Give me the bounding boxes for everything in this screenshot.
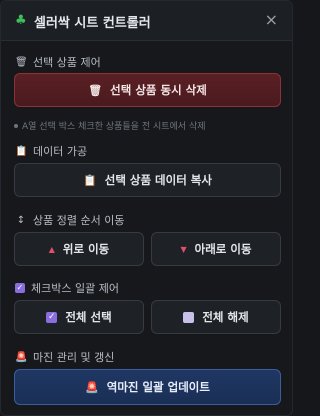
checkbox-checked-icon: ✓ bbox=[46, 311, 58, 323]
move-down-button[interactable]: ▼ 아래로 이동 bbox=[151, 232, 281, 266]
update-negative-margin-button[interactable]: 🚨 역마진 일괄 업데이트 bbox=[14, 369, 281, 405]
delete-hint: A열 선택 박스 체크한 상품들을 전 시트에서 삭제 bbox=[14, 119, 206, 132]
section-checkbox-bulk-label: ✓ 체크박스 일괄 제어 bbox=[15, 282, 119, 295]
trash-icon: 🗑 bbox=[15, 56, 28, 68]
sheet-controller-panel: ♣ 셀러싹 시트 컨트롤러 × 🗑 선택 상품 제어 🗑 선택 상품 동시 삭제… bbox=[0, 0, 293, 416]
select-all-button[interactable]: ✓ 전체 선택 bbox=[14, 300, 144, 334]
section-sort-order-label: ↕ 상품 정렬 순서 이동 bbox=[16, 214, 125, 227]
section-select-control-label: 🗑 선택 상품 제어 bbox=[15, 56, 101, 69]
deselect-all-button[interactable]: 전체 해제 bbox=[151, 300, 281, 334]
copy-selected-data-button[interactable]: 📋 선택 상품 데이터 복사 bbox=[14, 163, 281, 197]
close-icon[interactable]: × bbox=[265, 10, 278, 29]
triangle-up-icon: ▲ bbox=[48, 244, 55, 254]
triangle-down-icon: ▼ bbox=[180, 244, 187, 254]
delete-selected-button[interactable]: 🗑 선택 상품 동시 삭제 bbox=[14, 73, 281, 107]
panel-header: ♣ 셀러싹 시트 컨트롤러 × bbox=[1, 1, 292, 41]
clipboard-icon: 📋 bbox=[15, 145, 28, 157]
clover-icon: ♣ bbox=[15, 13, 27, 28]
move-up-button[interactable]: ▲ 위로 이동 bbox=[14, 232, 144, 266]
panel-title: 셀러싹 시트 컨트롤러 bbox=[34, 16, 151, 31]
checkbox-icon: ✓ bbox=[15, 283, 25, 293]
siren-icon: 🚨 bbox=[85, 380, 99, 394]
trash-icon: 🗑 bbox=[88, 83, 103, 97]
checkbox-empty-icon bbox=[183, 311, 195, 323]
clipboard-icon: 📋 bbox=[83, 173, 97, 187]
section-margin-label: 🚨 마진 관리 및 갱신 bbox=[15, 351, 115, 364]
section-data-processing-label: 📋 데이터 가공 bbox=[15, 145, 88, 158]
siren-icon: 🚨 bbox=[15, 351, 28, 363]
updown-icon: ↕ bbox=[16, 214, 26, 226]
bullet-icon bbox=[14, 123, 18, 128]
